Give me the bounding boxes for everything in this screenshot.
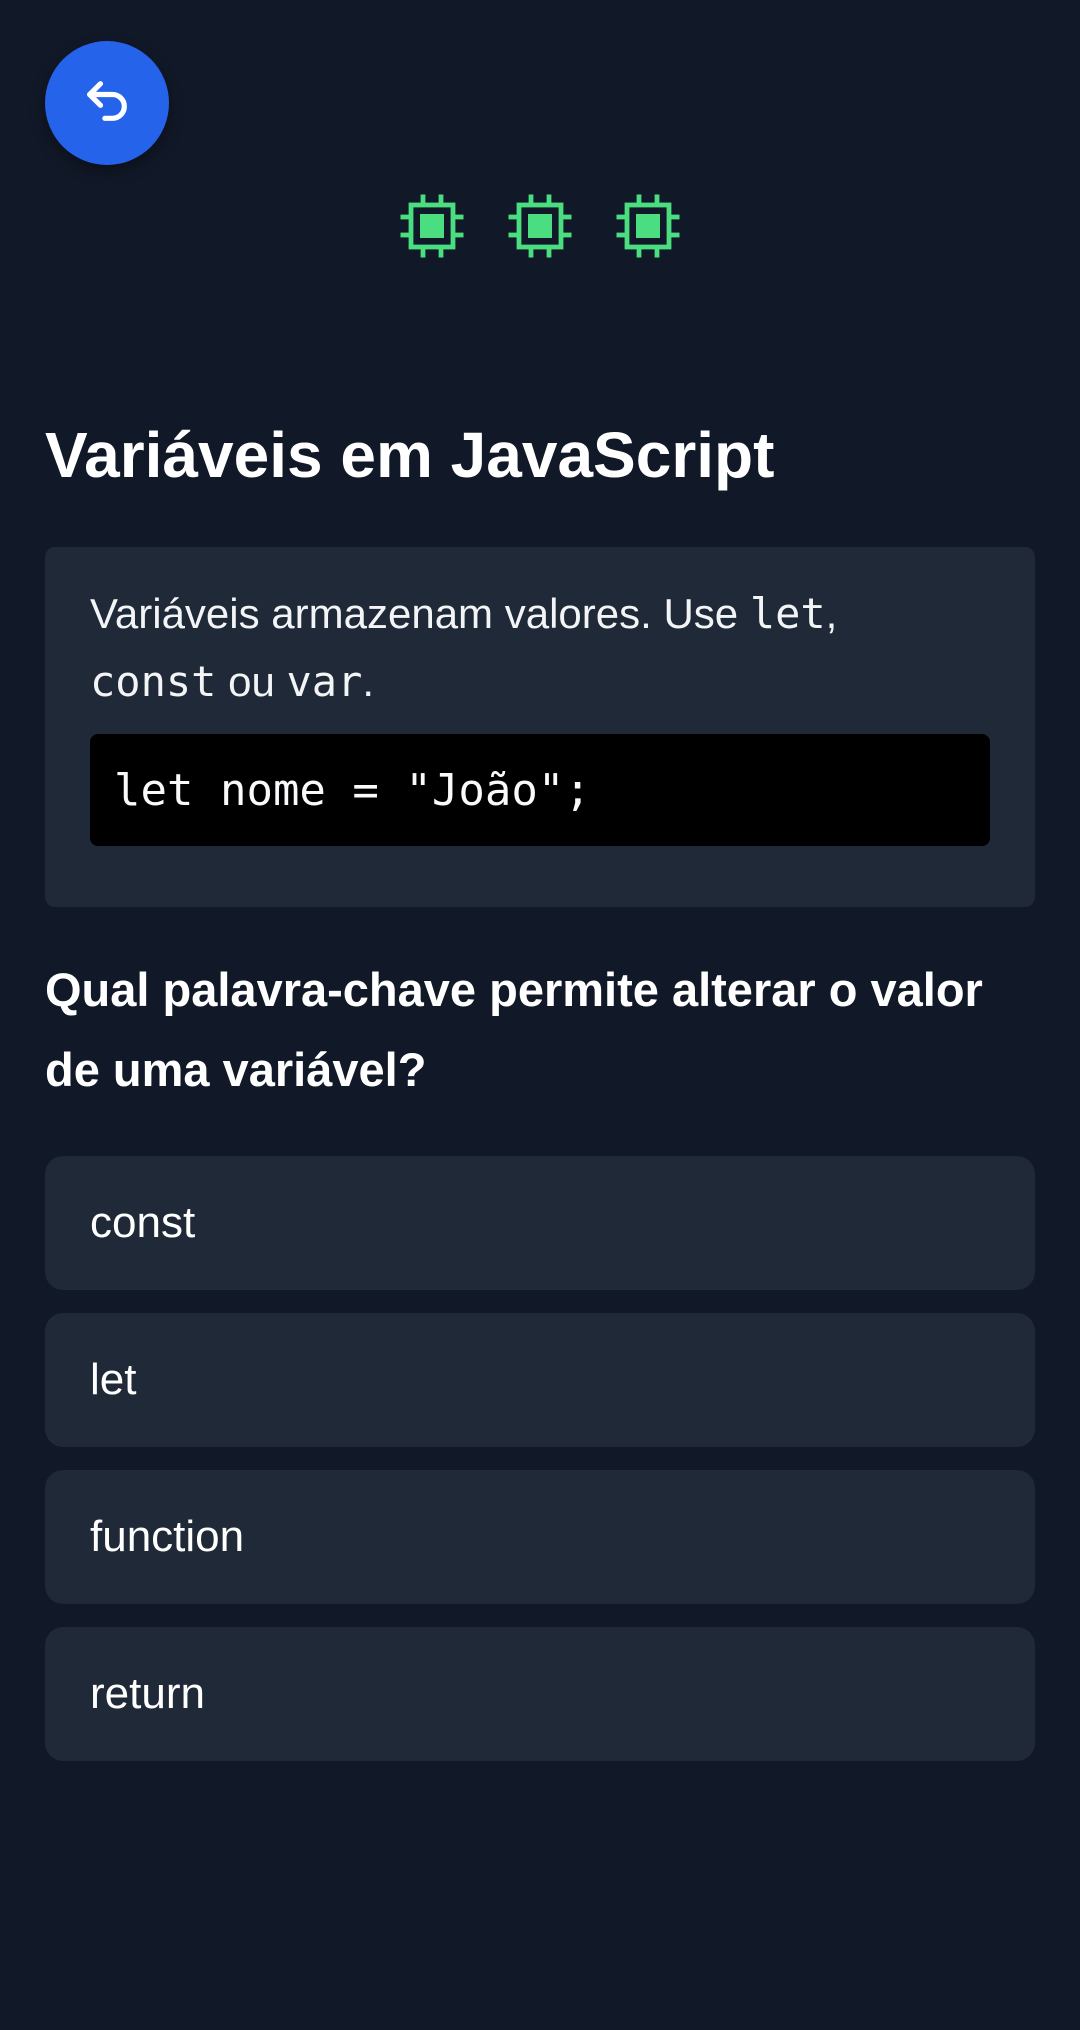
end-period: . bbox=[362, 658, 375, 705]
separator-comma: , bbox=[825, 590, 838, 637]
keyword-var: var bbox=[286, 657, 363, 706]
lives-indicator bbox=[0, 190, 1080, 262]
undo-arrow-icon bbox=[81, 75, 133, 132]
cpu-chip-icon bbox=[616, 194, 680, 258]
answer-option[interactable]: function bbox=[45, 1470, 1035, 1604]
answer-option[interactable]: const bbox=[45, 1156, 1035, 1290]
page-title: Variáveis em JavaScript bbox=[45, 419, 775, 491]
answer-option[interactable]: let bbox=[45, 1313, 1035, 1447]
lesson-card: Variáveis armazenam valores. Use let, con… bbox=[45, 547, 1035, 907]
separator-or: ou bbox=[216, 658, 287, 705]
code-example: let nome = "João"; bbox=[90, 734, 990, 846]
lesson-intro: Variáveis armazenam valores. Use bbox=[90, 590, 750, 637]
cpu-chip-icon bbox=[508, 194, 572, 258]
answer-option[interactable]: return bbox=[45, 1627, 1035, 1761]
quiz-question: Qual palavra-chave permite alterar o val… bbox=[45, 963, 983, 1096]
keyword-const: const bbox=[90, 657, 217, 706]
keyword-let: let bbox=[749, 589, 826, 638]
answer-options: const let function return bbox=[45, 1156, 1035, 1761]
lesson-text: Variáveis armazenam valores. Use let, con… bbox=[90, 580, 990, 716]
cpu-chip-icon bbox=[400, 194, 464, 258]
back-button[interactable] bbox=[45, 41, 169, 165]
